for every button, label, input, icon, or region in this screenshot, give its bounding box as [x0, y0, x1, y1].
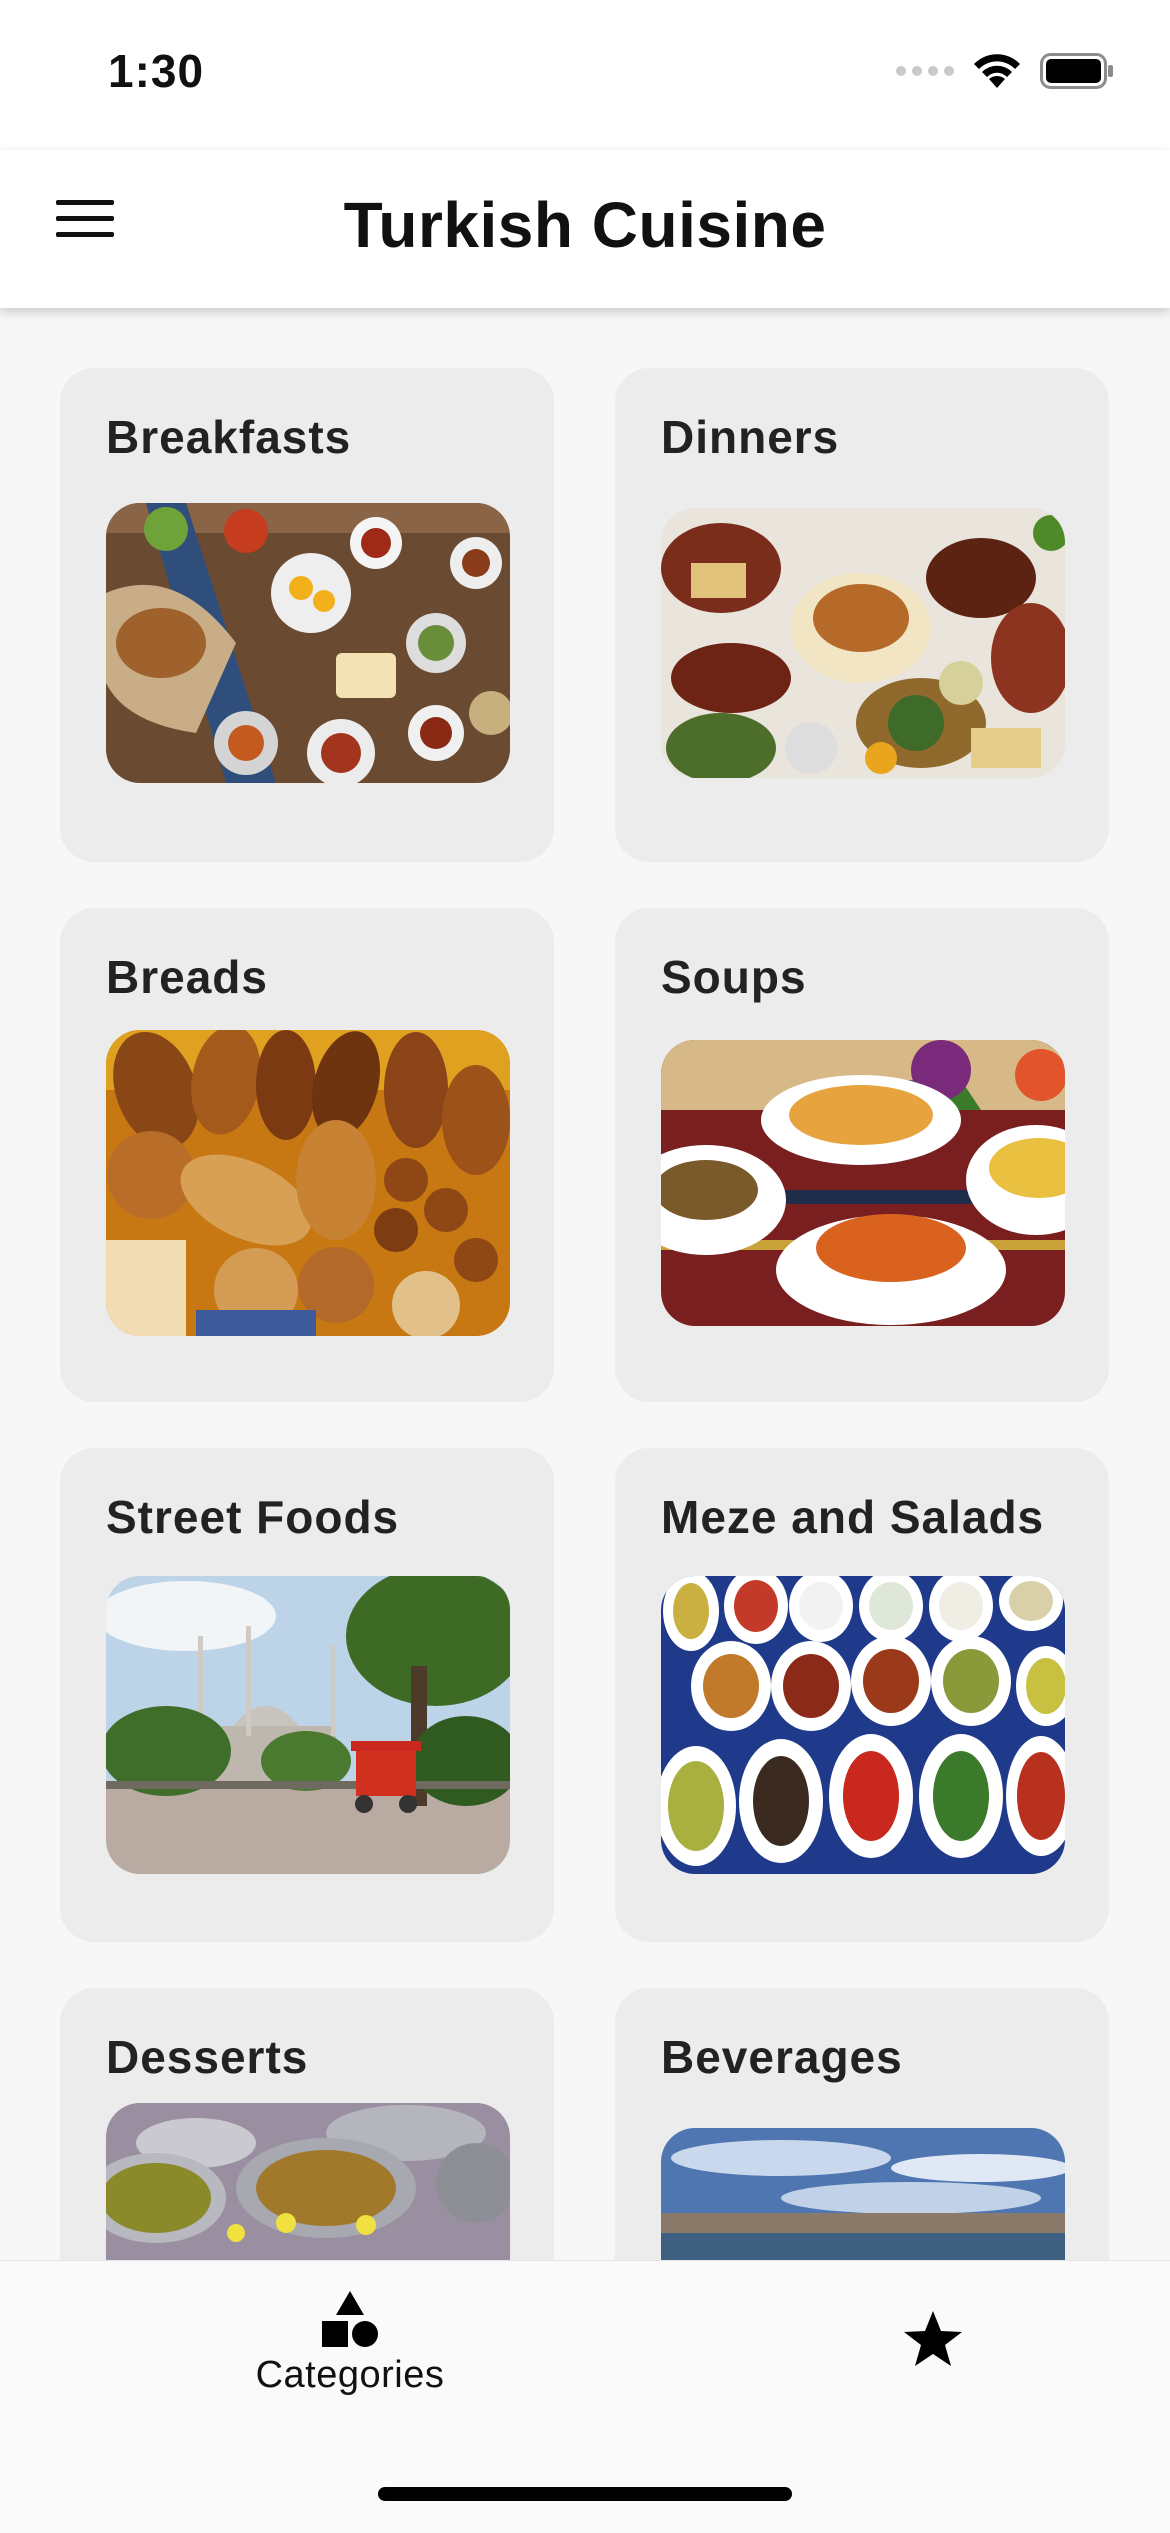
category-grid: Breakfasts Dinners Breads Soups Street F…	[0, 308, 1170, 2260]
soup-bowls-photo	[661, 1040, 1065, 1326]
breakfast-spread-photo	[106, 503, 510, 783]
category-title: Beverages	[661, 2031, 903, 2083]
status-icons	[896, 52, 1114, 90]
dinner-table-photo	[661, 508, 1065, 778]
category-title: Dinners	[661, 411, 840, 463]
category-card-meze-and-salads[interactable]: Meze and Salads	[615, 1448, 1109, 1942]
category-title: Soups	[661, 951, 807, 1003]
category-card-desserts[interactable]: Desserts	[60, 1988, 554, 2260]
category-card-dinners[interactable]: Dinners	[615, 368, 1109, 862]
status-time: 1:30	[108, 45, 205, 97]
category-card-soups[interactable]: Soups	[615, 908, 1109, 1402]
categories-shapes-icon	[322, 2291, 378, 2347]
mosque-square-simit-cart-photo	[106, 1576, 510, 1874]
dessert-trays-photo	[106, 2103, 510, 2260]
page-title: Turkish Cuisine	[343, 189, 827, 261]
home-indicator[interactable]	[378, 2487, 792, 2501]
app-bar: Turkish Cuisine	[0, 150, 1170, 308]
battery-icon	[1040, 53, 1113, 89]
category-card-beverages[interactable]: Beverages	[615, 1988, 1109, 2260]
category-card-breads[interactable]: Breads	[60, 908, 554, 1402]
cellular-signal-icon	[896, 66, 954, 76]
category-title: Street Foods	[106, 1491, 400, 1543]
bread-assortment-photo	[106, 1030, 510, 1336]
wifi-icon	[974, 54, 1020, 88]
status-bar: 1:30	[0, 0, 1170, 150]
category-title: Breakfasts	[106, 411, 352, 463]
category-title: Breads	[106, 951, 268, 1003]
tab-favorites[interactable]	[893, 2309, 973, 2374]
star-icon	[904, 2311, 962, 2366]
category-title: Desserts	[106, 2031, 309, 2083]
category-card-street-foods[interactable]: Street Foods	[60, 1448, 554, 1942]
tab-label: Categories	[255, 2354, 445, 2396]
category-card-breakfasts[interactable]: Breakfasts	[60, 368, 554, 862]
bosphorus-sky-photo	[661, 2128, 1065, 2260]
tab-categories[interactable]: Categories	[235, 2289, 465, 2397]
category-title: Meze and Salads	[661, 1491, 1045, 1543]
meze-plates-photo	[661, 1576, 1065, 1874]
